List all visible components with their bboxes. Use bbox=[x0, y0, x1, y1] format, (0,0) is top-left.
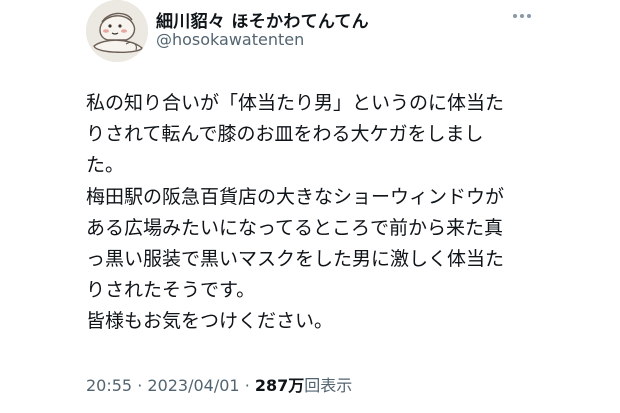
tweet-card: 細川貂々 ほそかわてんてん @hosokawatenten 私の知り合いが「体当… bbox=[0, 0, 620, 413]
tweet-text-line: りされて転んで膝のお皿をわる大ケガをしまし bbox=[86, 123, 484, 146]
tweet-text-line: りされたそうです。 bbox=[86, 279, 256, 302]
avatar[interactable] bbox=[86, 0, 148, 62]
tweet-text-line: た。 bbox=[86, 154, 125, 177]
tweet-date[interactable]: 2023/04/01 bbox=[147, 376, 239, 395]
more-dot-icon bbox=[527, 14, 531, 18]
tweet-text-line: っ黒い服装で黒いマスクをした男に激しく体当た bbox=[86, 247, 505, 270]
more-dot-icon bbox=[513, 14, 517, 18]
tweet-text-line: 皆様もお気をつけください。 bbox=[86, 310, 334, 333]
author-display-name[interactable]: 細川貂々 ほそかわてんてん bbox=[156, 7, 369, 32]
tweet-text-line: ある広場みたいになってるところで前から来た真 bbox=[86, 216, 504, 239]
view-count[interactable]: 287万 bbox=[255, 376, 304, 395]
more-dot-icon bbox=[520, 14, 524, 18]
tweet-text-line: 梅田駅の阪急百貨店の大きなショーウィンドウが bbox=[86, 185, 505, 208]
meta-separator: · bbox=[137, 376, 143, 395]
more-options-button[interactable] bbox=[508, 4, 536, 28]
view-label[interactable]: 回表示 bbox=[304, 376, 352, 395]
illustrated-avatar-icon bbox=[86, 0, 148, 62]
tweet-text: 私の知り合いが「体当たり男」というのに体当た りされて転んで膝のお皿をわる大ケガ… bbox=[86, 88, 546, 338]
author-handle[interactable]: @hosokawatenten bbox=[156, 30, 304, 49]
meta-separator: · bbox=[244, 376, 250, 395]
tweet-time[interactable]: 20:55 bbox=[86, 376, 132, 395]
tweet-meta: 20:55 · 2023/04/01 · 287万回表示 bbox=[86, 372, 352, 396]
tweet-text-line: 私の知り合いが「体当たり男」というのに体当た bbox=[86, 92, 505, 114]
